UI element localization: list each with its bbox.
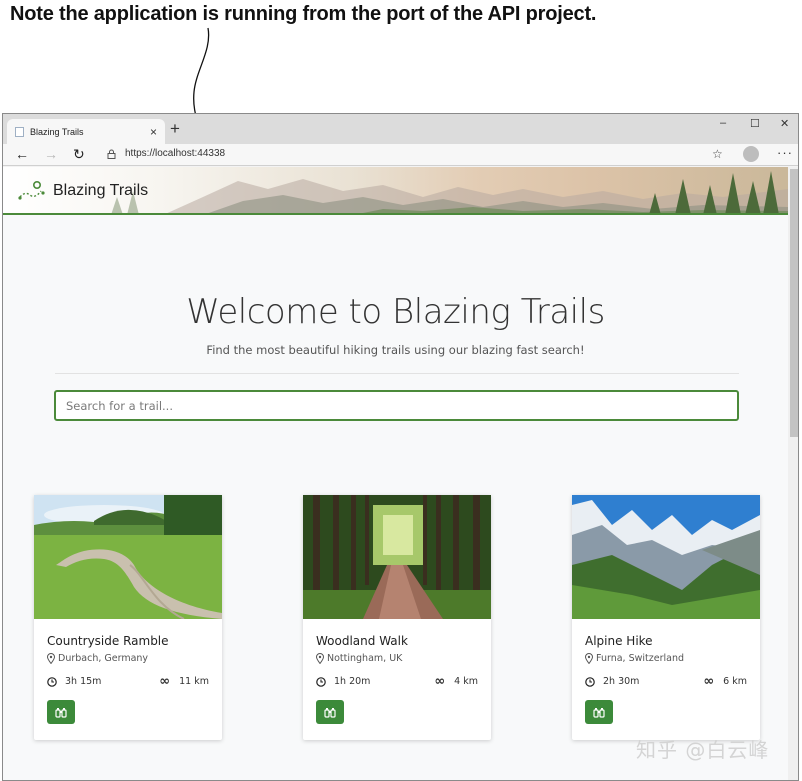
address-bar: ← → ↻ https://localhost:44338 ☆ ··· <box>3 144 798 166</box>
favorites-icon[interactable]: ☆ <box>712 147 723 161</box>
new-tab-button[interactable]: + <box>170 120 180 138</box>
brand-name: Blazing Trails <box>53 182 149 199</box>
hero-divider <box>55 373 739 374</box>
map-pin-icon <box>316 653 324 664</box>
trail-distance-text: 11 km <box>179 676 209 687</box>
binoculars-icon <box>55 707 67 718</box>
maximize-icon[interactable]: ☐ <box>750 117 760 130</box>
url-field[interactable]: https://localhost:44338 <box>125 148 225 159</box>
trail-card: Countryside Ramble Durbach, Germany 3h 1… <box>34 495 222 740</box>
trail-location-text: Nottingham, UK <box>327 653 403 664</box>
trail-name: Countryside Ramble <box>47 634 169 648</box>
trail-card: Alpine Hike Furna, Switzerland 2h 30m ∞ … <box>572 495 760 740</box>
trail-distance: ∞ 4 km <box>434 673 478 689</box>
trail-time: 2h 30m <box>585 676 639 687</box>
trail-name: Alpine Hike <box>585 634 653 648</box>
back-icon[interactable]: ← <box>15 146 29 162</box>
trail-image-alpine <box>572 495 760 619</box>
page-favicon-icon <box>15 126 24 137</box>
tab-close-icon[interactable]: × <box>150 125 157 139</box>
tab-title: Blazing Trails <box>30 126 84 137</box>
trail-time: 1h 20m <box>316 676 370 687</box>
browser-menu-icon[interactable]: ··· <box>777 145 793 160</box>
web-page: Blazing Trails Welcome to Blazing Trails… <box>3 167 788 780</box>
map-pin-icon <box>585 653 593 664</box>
annotation-caption: Note the application is running from the… <box>10 3 597 25</box>
hero-subtitle: Find the most beautiful hiking trails us… <box>206 343 585 357</box>
profile-avatar[interactable] <box>743 146 759 162</box>
clock-icon <box>316 676 326 687</box>
trail-search-input[interactable] <box>54 390 739 421</box>
trail-time: 3h 15m <box>47 676 101 687</box>
watermark: 知乎 @白云峰 <box>636 738 770 762</box>
clock-icon <box>47 676 57 687</box>
trail-image-woodland <box>303 495 491 619</box>
hero-title: Welcome to Blazing Trails <box>186 292 605 332</box>
trail-location: Durbach, Germany <box>47 653 148 664</box>
site-header: Blazing Trails <box>3 167 788 215</box>
binoculars-icon <box>324 707 336 718</box>
infinity-icon: ∞ <box>434 673 446 689</box>
close-window-icon[interactable]: ✕ <box>780 117 789 130</box>
trail-location: Furna, Switzerland <box>585 653 684 664</box>
trail-time-text: 3h 15m <box>65 676 102 687</box>
brand-link[interactable]: Blazing Trails <box>17 179 148 203</box>
minimize-icon[interactable]: – <box>720 117 726 129</box>
trail-image-countryside <box>34 495 222 619</box>
browser-tab[interactable]: Blazing Trails × <box>7 119 165 144</box>
map-pin-icon <box>47 653 55 664</box>
tab-bar: Blazing Trails × + – ☐ ✕ <box>3 114 798 144</box>
trail-time-text: 1h 20m <box>334 676 371 687</box>
trail-distance-text: 4 km <box>454 676 478 687</box>
trail-location-text: Furna, Switzerland <box>596 653 685 664</box>
lock-icon <box>107 149 116 159</box>
view-trail-button[interactable] <box>585 700 613 724</box>
page-scrollbar[interactable] <box>788 167 798 780</box>
forward-icon[interactable]: → <box>44 146 58 162</box>
trail-distance: ∞ 11 km <box>159 673 209 689</box>
view-trail-button[interactable] <box>47 700 75 724</box>
trail-distance: ∞ 6 km <box>703 673 747 689</box>
view-trail-button[interactable] <box>316 700 344 724</box>
trail-name: Woodland Walk <box>316 634 408 648</box>
trail-time-text: 2h 30m <box>603 676 640 687</box>
clock-icon <box>585 676 595 687</box>
trail-card: Woodland Walk Nottingham, UK 1h 20m ∞ 4 … <box>303 495 491 740</box>
scrollbar-thumb[interactable] <box>790 169 798 437</box>
infinity-icon: ∞ <box>703 673 715 689</box>
trail-logo-icon <box>18 180 45 200</box>
trail-distance-text: 6 km <box>723 676 747 687</box>
reload-icon[interactable]: ↻ <box>73 146 85 163</box>
infinity-icon: ∞ <box>159 673 171 689</box>
browser-window: Blazing Trails × + – ☐ ✕ ← → ↻ https://l… <box>2 113 799 781</box>
trail-location: Nottingham, UK <box>316 653 402 664</box>
binoculars-icon <box>593 707 605 718</box>
trail-location-text: Durbach, Germany <box>58 653 149 664</box>
